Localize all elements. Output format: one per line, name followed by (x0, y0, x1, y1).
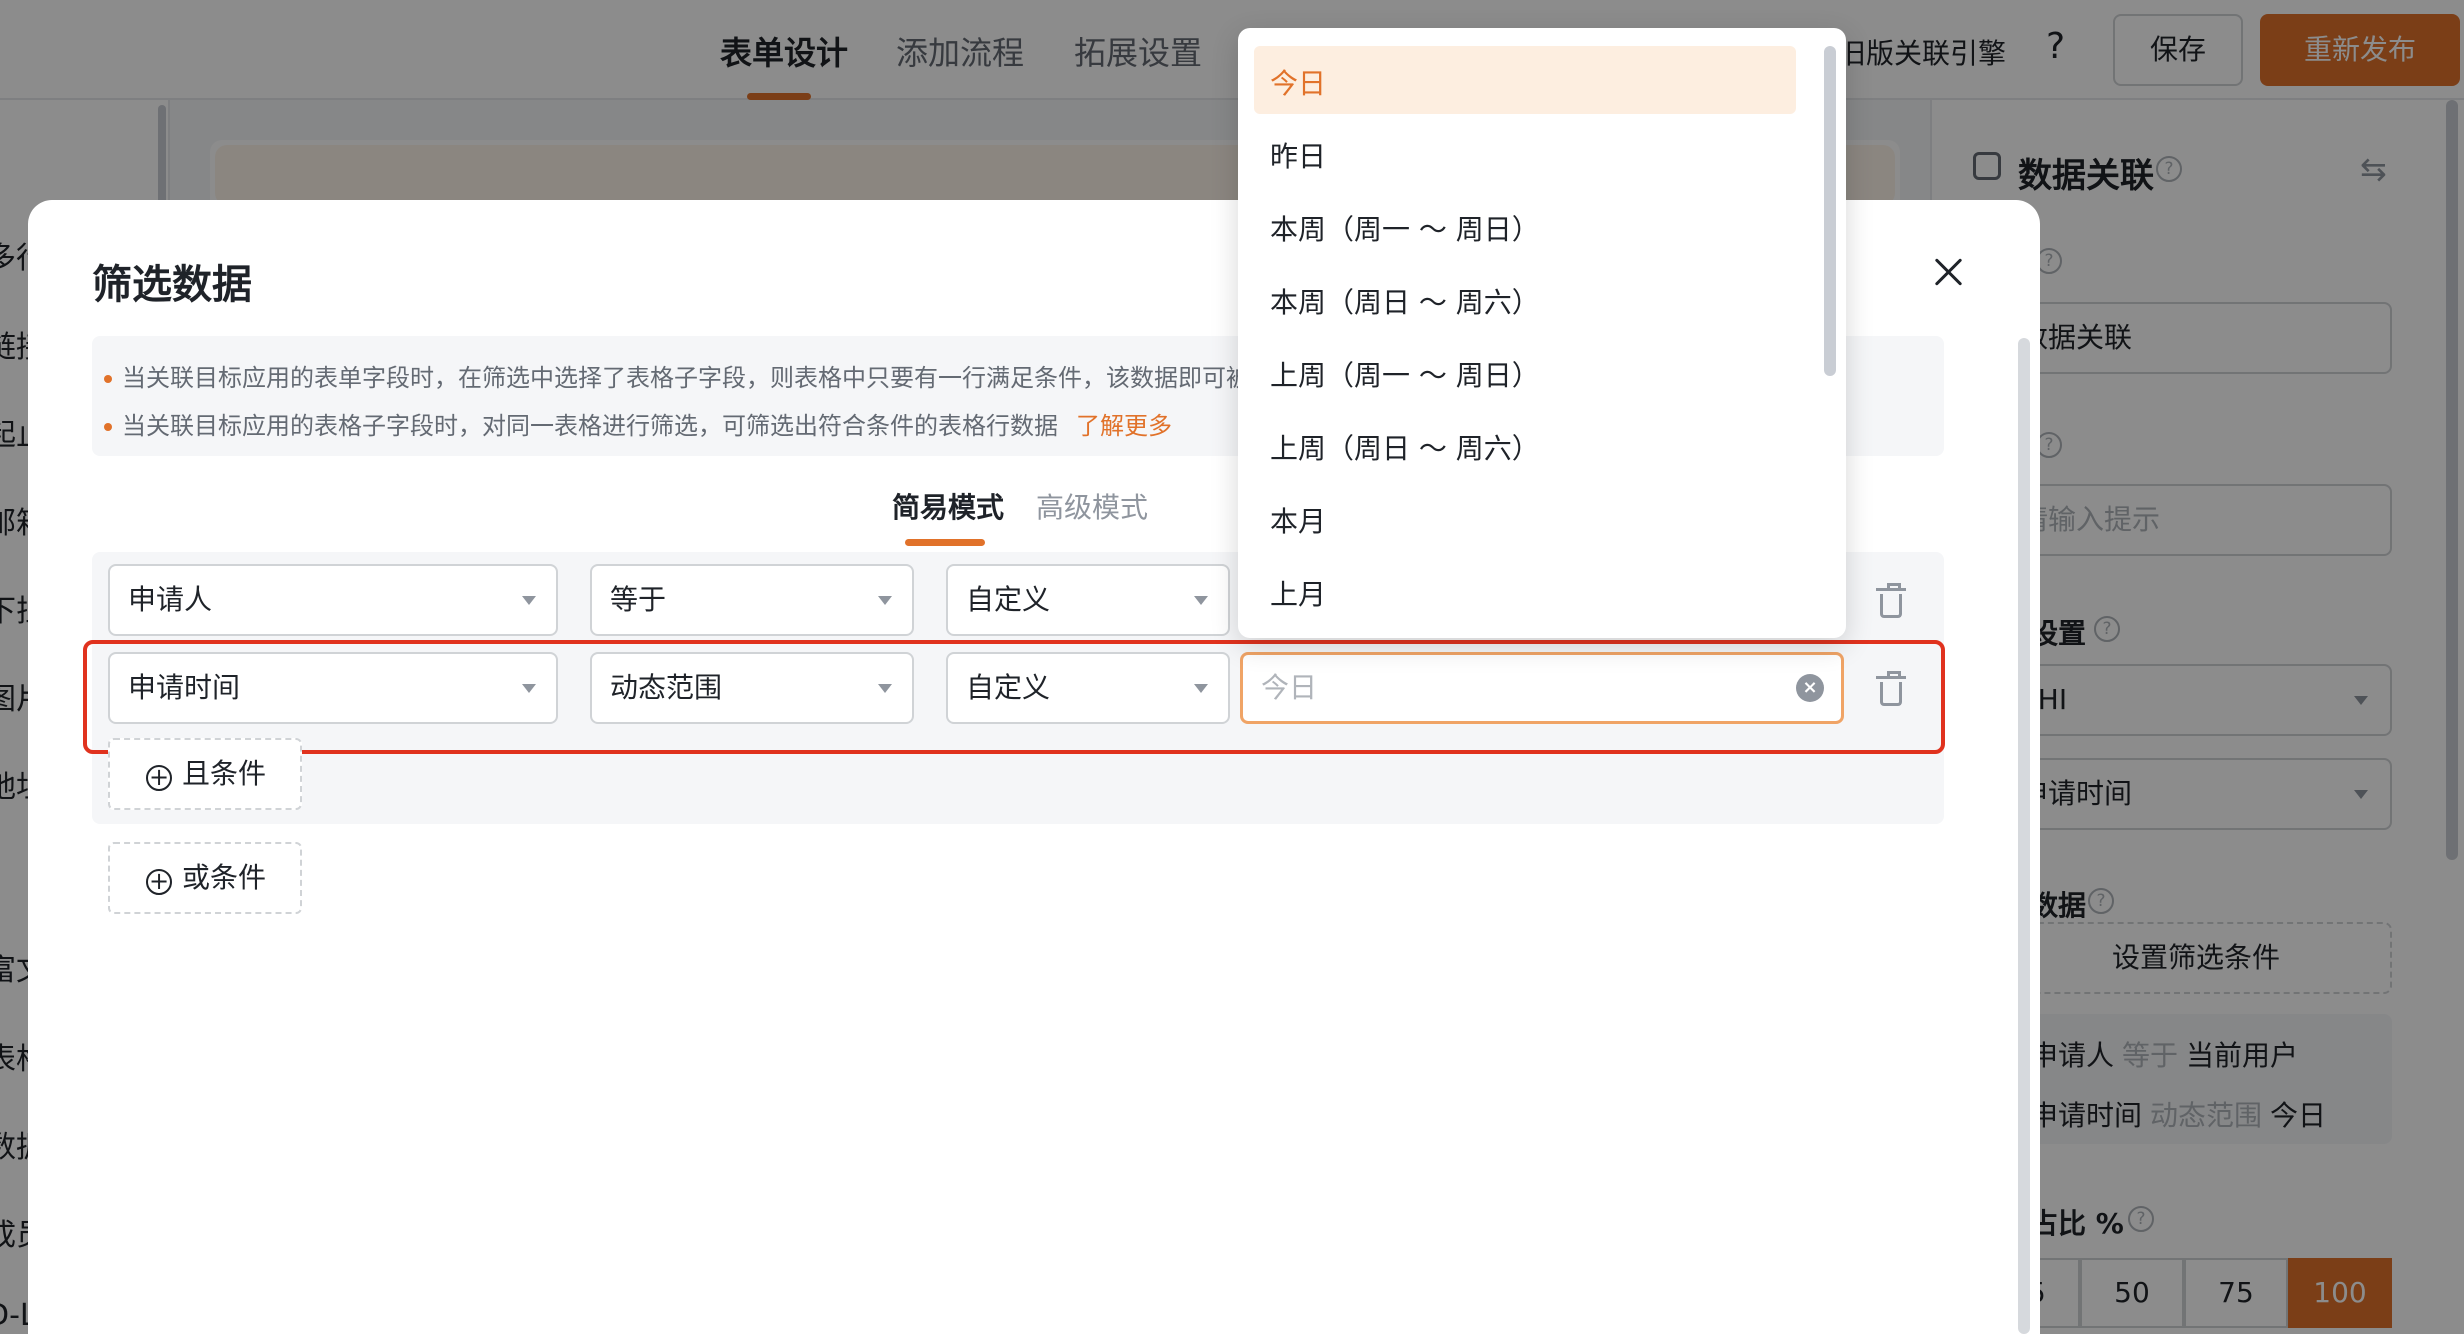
bullet-icon (104, 423, 112, 431)
dropdown-scrollbar[interactable] (1824, 46, 1836, 376)
condition-value-type-select[interactable]: 自定义 (946, 564, 1230, 636)
condition-field-value: 申请人 (128, 583, 213, 616)
close-icon[interactable] (1928, 252, 1968, 292)
condition-value-type: 自定义 (966, 583, 1051, 616)
notice-line: 当关联目标应用的表格子字段时，对同一表格进行筛选，可筛选出符合条件的表格行数据了… (104, 406, 1172, 441)
notice-text: 当关联目标应用的表格子字段时，对同一表格进行筛选，可筛选出符合条件的表格行数据 (122, 412, 1058, 440)
condition-operator-select[interactable]: 等于 (590, 564, 914, 636)
bullet-icon (104, 375, 112, 383)
add-or-condition-button[interactable]: + 或条件 (108, 842, 302, 914)
learn-more-link[interactable]: 了解更多 (1076, 412, 1172, 440)
chevron-down-icon (1194, 596, 1208, 605)
mode-tab-indicator (905, 539, 985, 546)
tab-advanced-mode[interactable]: 高级模式 (1036, 486, 1148, 526)
notice-line: 当关联目标应用的表单字段时，在筛选中选择了表格子字段，则表格中只要有一行满足条件… (104, 358, 1346, 393)
add-and-condition-button[interactable]: + 且条件 (108, 738, 302, 810)
chevron-down-icon (522, 596, 536, 605)
trash-icon[interactable] (1876, 583, 1906, 618)
dropdown-option-last-week-mon-sun[interactable]: 上周（周一 ～ 周日） (1270, 354, 1540, 394)
dynamic-range-dropdown (1238, 28, 1846, 638)
plus-circle-icon: + (146, 765, 172, 791)
dropdown-option-this-week-sun-sat[interactable]: 本周（周日 ～ 周六） (1270, 281, 1540, 321)
add-or-condition-label: 或条件 (182, 861, 267, 894)
highlight-box (83, 640, 1945, 754)
tab-simple-mode[interactable]: 简易模式 (892, 486, 1004, 526)
modal-scrollbar[interactable] (2018, 338, 2030, 1334)
dropdown-option-this-week-mon-sun[interactable]: 本周（周一 ～ 周日） (1270, 208, 1540, 248)
modal-title: 筛选数据 (92, 262, 252, 308)
condition-field-select[interactable]: 申请人 (108, 564, 558, 636)
condition-operator-value: 等于 (610, 583, 667, 616)
add-and-condition-label: 且条件 (182, 757, 267, 790)
dropdown-option-last-month[interactable]: 上月 (1270, 573, 1326, 613)
plus-circle-icon: + (146, 869, 172, 895)
dropdown-option-this-month[interactable]: 本月 (1270, 500, 1326, 540)
dropdown-option-today[interactable]: 今日 (1270, 62, 1326, 102)
chevron-down-icon (878, 596, 892, 605)
dropdown-option-yesterday[interactable]: 昨日 (1270, 135, 1326, 175)
notice-text: 当关联目标应用的表单字段时，在筛选中选择了表格子字段，则表格中只要有一行满足条件… (122, 364, 1346, 392)
dropdown-option-last-week-sun-sat[interactable]: 上周（周日 ～ 周六） (1270, 427, 1540, 467)
selected-option-highlight (1254, 46, 1796, 114)
